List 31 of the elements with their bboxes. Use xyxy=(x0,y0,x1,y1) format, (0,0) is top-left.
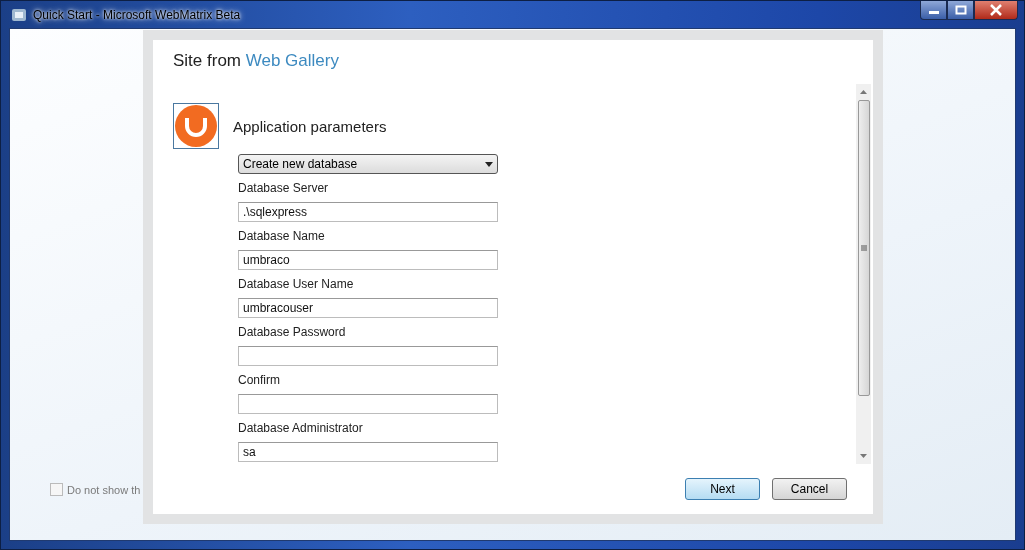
window-title: Quick Start - Microsoft WebMatrix Beta xyxy=(33,7,241,22)
app-icon xyxy=(11,6,27,23)
close-icon xyxy=(989,4,1003,16)
field-label: Database Password xyxy=(238,325,347,341)
input-field[interactable] xyxy=(238,346,498,366)
scroll-down-icon[interactable] xyxy=(860,454,867,458)
input-field[interactable]: umbraco xyxy=(238,250,498,270)
field-label: Database Server xyxy=(238,181,330,197)
field-label: Database Administrator xyxy=(238,421,364,437)
field-label: Database User Name xyxy=(238,277,355,293)
scrollbar[interactable] xyxy=(856,84,871,464)
minimize-button[interactable] xyxy=(920,1,947,20)
input-field[interactable]: umbracouser xyxy=(238,298,498,318)
input-field[interactable]: .\sqlexpress xyxy=(238,202,498,222)
grip-icon xyxy=(860,245,867,251)
next-button[interactable]: Next xyxy=(685,478,760,500)
database-mode-dropdown[interactable]: Create new database xyxy=(238,154,498,174)
dialog-title: Site from Web Gallery xyxy=(172,50,340,72)
input-field[interactable]: sa xyxy=(238,442,498,462)
maximize-button[interactable] xyxy=(947,1,974,20)
cancel-button[interactable]: Cancel xyxy=(772,478,847,500)
logo-icon xyxy=(173,103,219,149)
caret-icon xyxy=(485,161,493,167)
maximize-icon xyxy=(954,5,967,15)
field-label: Database Name xyxy=(238,229,326,245)
section-heading: Application parameters xyxy=(233,117,387,135)
scroll-up-icon[interactable] xyxy=(860,90,867,94)
field-label: Confirm xyxy=(238,373,281,389)
input-field[interactable] xyxy=(238,394,498,414)
close-button[interactable] xyxy=(974,1,1018,20)
do-not-show-checkbox[interactable]: Do not show th xyxy=(50,483,141,496)
